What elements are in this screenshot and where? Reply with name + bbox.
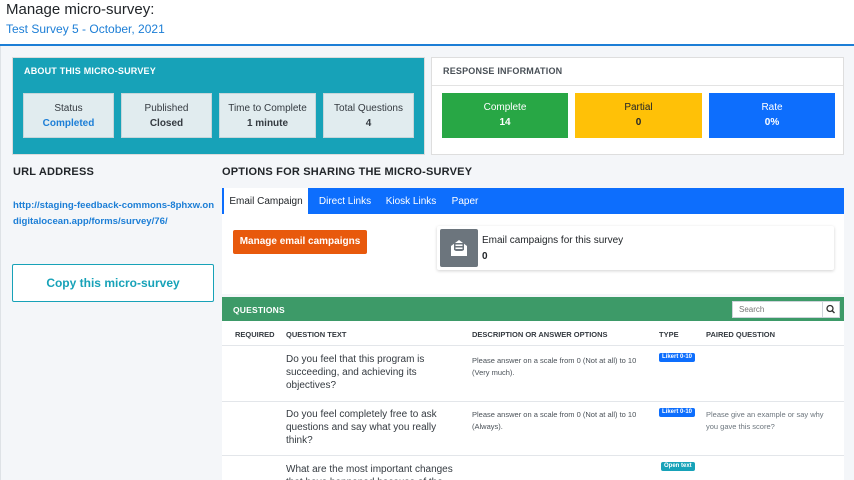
published-stat: Published Closed bbox=[121, 93, 212, 138]
search-icon[interactable] bbox=[822, 301, 840, 318]
time-to-complete-stat: Time to Complete 1 minute bbox=[219, 93, 316, 138]
column-paired-question: PAIRED QUESTION bbox=[706, 330, 776, 339]
page-title: Manage micro-survey: bbox=[6, 1, 155, 18]
total-questions-stat: Total Questions 4 bbox=[323, 93, 414, 138]
tab-email-campaign[interactable]: Email Campaign bbox=[224, 188, 308, 214]
about-title: ABOUT THIS MICRO-SURVEY bbox=[24, 66, 156, 76]
row-divider bbox=[222, 455, 844, 456]
column-required: REQUIRED bbox=[235, 330, 275, 339]
type-badge: Likert 0-10 bbox=[659, 353, 696, 362]
response-value: 0% bbox=[764, 117, 780, 128]
survey-name: Test Survey 5 - October, 2021 bbox=[6, 22, 165, 36]
response-value: 14 bbox=[499, 117, 511, 128]
stat-value: 1 minute bbox=[246, 118, 289, 129]
stat-value[interactable]: Completed bbox=[24, 118, 113, 129]
partial-box: Partial 0 bbox=[575, 93, 702, 138]
sharing-tabs: Email Campaign Direct Links Kiosk Links … bbox=[222, 188, 844, 214]
status-stat: Status Completed bbox=[23, 93, 114, 138]
manage-email-campaigns-button[interactable]: Manage email campaigns bbox=[233, 230, 367, 254]
question-text: Do you feel that this program is succeed… bbox=[286, 354, 425, 391]
column-question-text: QUESTION TEXT bbox=[286, 330, 347, 339]
response-label: Complete bbox=[483, 102, 527, 113]
stat-value: 4 bbox=[365, 118, 372, 129]
stat-label: Status bbox=[54, 103, 83, 114]
info-count: 0 bbox=[482, 251, 488, 262]
sharing-heading: OPTIONS FOR SHARING THE MICRO-SURVEY bbox=[222, 166, 473, 178]
stat-label: Published bbox=[144, 103, 189, 114]
response-label: Rate bbox=[761, 102, 783, 113]
paired-question: Please give an example or say why you ga… bbox=[706, 410, 824, 431]
url-heading: URL ADDRESS bbox=[13, 166, 95, 178]
column-description: DESCRIPTION OR ANSWER OPTIONS bbox=[472, 330, 608, 339]
question-description: Please answer on a scale from 0 (Not at … bbox=[472, 356, 637, 377]
rate-box: Rate 0% bbox=[709, 93, 835, 138]
about-card: ABOUT THIS MICRO-SURVEY Status Completed… bbox=[12, 57, 425, 155]
survey-url-link[interactable]: http://staging-feedback-commons-8phxw.on… bbox=[13, 198, 218, 230]
response-value: 0 bbox=[635, 117, 642, 128]
questions-search-input[interactable] bbox=[732, 301, 824, 318]
stat-value: Closed bbox=[149, 118, 184, 129]
response-label: Partial bbox=[624, 102, 653, 113]
copy-survey-button[interactable]: Copy this micro-survey bbox=[12, 264, 214, 302]
row-divider bbox=[222, 401, 844, 402]
divider bbox=[432, 85, 843, 86]
column-type: TYPE bbox=[659, 330, 679, 339]
tab-direct-links[interactable]: Direct Links bbox=[314, 188, 376, 214]
tab-kiosk-links[interactable]: Kiosk Links bbox=[383, 188, 439, 214]
complete-box: Complete 14 bbox=[442, 93, 568, 138]
question-text: What are the most important changes that… bbox=[286, 464, 453, 480]
email-campaign-panel: Manage email campaigns Email campaigns f… bbox=[222, 214, 844, 294]
questions-card: QUESTIONS REQUIRED QUESTION TEXT DESCRIP… bbox=[222, 297, 844, 480]
stat-label: Total Questions bbox=[334, 103, 403, 114]
questions-header: QUESTIONS bbox=[222, 297, 844, 321]
question-description: Please answer on a scale from 0 (Not at … bbox=[472, 410, 637, 431]
row-divider bbox=[222, 345, 844, 346]
question-text: Do you feel completely free to ask quest… bbox=[286, 409, 437, 446]
email-campaigns-info: Email campaigns for this survey 0 bbox=[437, 226, 834, 270]
type-badge: Likert 0-10 bbox=[659, 408, 696, 417]
stat-label: Time to Complete bbox=[228, 103, 307, 114]
info-label: Email campaigns for this survey bbox=[482, 235, 624, 246]
envelope-open-icon bbox=[440, 229, 478, 267]
page-header: Manage micro-survey: Test Survey 5 - Oct… bbox=[0, 0, 854, 46]
type-badge: Open text bbox=[661, 462, 695, 471]
response-card: RESPONSE INFORMATION Complete 14 Partial… bbox=[431, 57, 844, 155]
questions-title: QUESTIONS bbox=[233, 305, 285, 315]
left-divider bbox=[0, 46, 1, 480]
tab-paper[interactable]: Paper bbox=[448, 188, 482, 214]
response-title: RESPONSE INFORMATION bbox=[443, 66, 563, 76]
